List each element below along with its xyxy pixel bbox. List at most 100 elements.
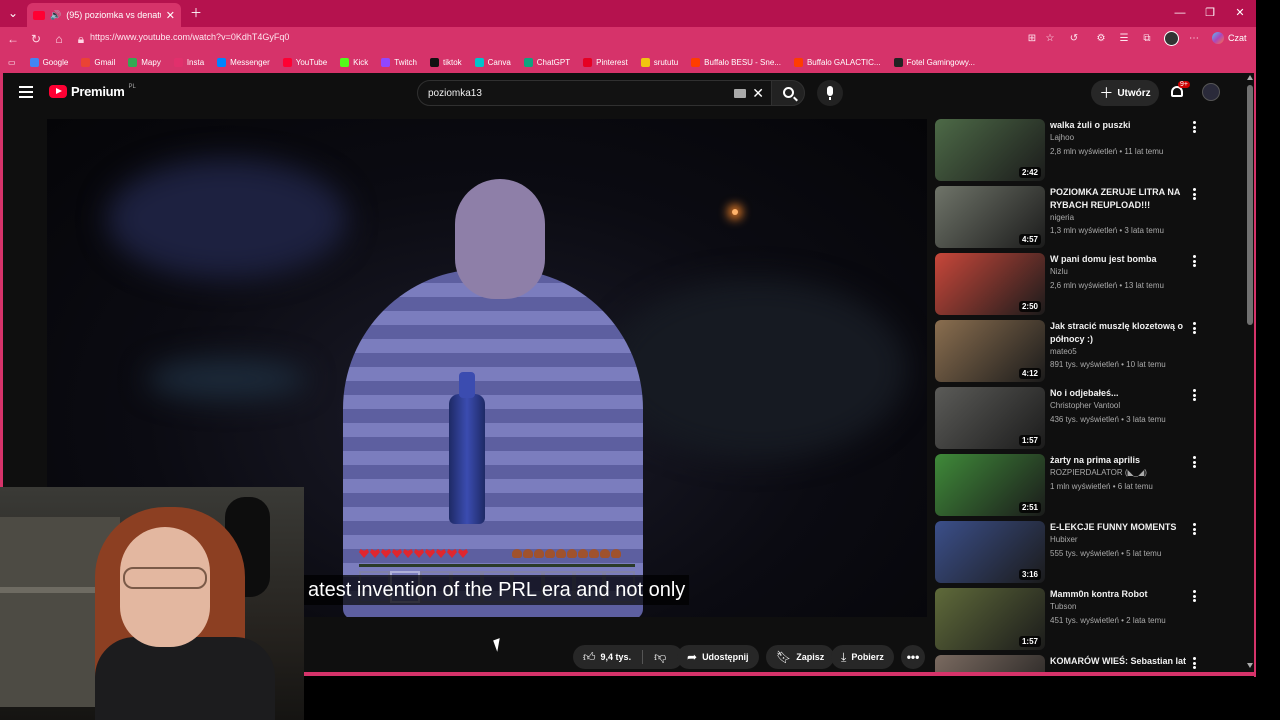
video-title[interactable]: Jak stracić muszlę klozetową o północy :… <box>1050 320 1190 346</box>
kebab-menu-icon[interactable] <box>1193 523 1197 535</box>
kebab-menu-icon[interactable] <box>1193 389 1197 401</box>
video-title[interactable]: Mamm0n kontra Robot <box>1050 588 1190 601</box>
related-video-item[interactable]: 1:57 Mamm0n kontra Robot Tubson 451 tys. wy… <box>935 588 1205 652</box>
maximize-button[interactable]: ❐ <box>1200 5 1220 21</box>
video-thumbnail[interactable]: 2:50 <box>935 253 1045 315</box>
kebab-menu-icon[interactable] <box>1193 657 1197 669</box>
video-thumbnail[interactable]: 3:16 <box>935 521 1045 583</box>
video-channel[interactable]: mateo5 <box>1050 347 1077 356</box>
related-video-item[interactable]: 4:12 Jak stracić muszlę klozetową o półno… <box>935 320 1205 384</box>
download-button[interactable]: ⤓ Pobierz <box>831 645 894 669</box>
close-window-button[interactable]: ✕ <box>1230 5 1250 21</box>
search-box[interactable]: poziomka13 ✕ <box>417 80 773 106</box>
video-channel[interactable]: Nizlu <box>1050 267 1068 276</box>
video-title[interactable]: W pani domu jest bomba <box>1050 253 1190 266</box>
minimize-button[interactable]: — <box>1170 5 1190 21</box>
bookmark-item[interactable]: Buffalo BESU - Sne... <box>691 58 781 67</box>
youtube-premium-logo[interactable]: Premium PL <box>49 84 136 99</box>
bookmark-item[interactable]: Mapy <box>128 58 161 67</box>
like-icon[interactable]: 👍︎ <box>583 650 596 665</box>
bookmark-item[interactable]: Fotel Gamingowy... <box>893 58 975 67</box>
extension-refresh-icon[interactable]: ↺ <box>1067 32 1081 46</box>
more-actions-button[interactable]: ••• <box>901 645 925 669</box>
url-field[interactable]: https://www.youtube.com/watch?v=0KdhT4Gy… <box>90 32 289 42</box>
search-input[interactable]: poziomka13 <box>428 88 482 99</box>
related-video-item[interactable]: KOMARÓW WIEŚ: Sebastian lat <box>935 655 1205 672</box>
page-scrollbar[interactable] <box>1246 73 1254 672</box>
new-tab-button[interactable]: ＋ <box>187 5 205 21</box>
video-channel[interactable]: Christopher Vantool <box>1050 401 1120 410</box>
video-thumbnail[interactable]: 4:12 <box>935 320 1045 382</box>
save-button[interactable]: 🔖︎ Zapisz <box>766 645 835 669</box>
tab-close-icon[interactable]: ✕ <box>166 9 175 22</box>
audio-playing-icon[interactable]: 🔊 <box>50 10 61 21</box>
scrollbar-thumb[interactable] <box>1247 85 1253 325</box>
video-channel[interactable]: Hubixer <box>1050 535 1078 544</box>
voice-search-button[interactable] <box>817 80 843 106</box>
home-button[interactable]: ⌂ <box>50 31 68 47</box>
favorite-star-icon[interactable]: ☆ <box>1043 32 1057 46</box>
browser-profile-avatar[interactable] <box>1164 31 1179 46</box>
video-title[interactable]: walka żuli o puszki <box>1050 119 1190 132</box>
bookmark-item[interactable]: YouTube <box>282 58 327 67</box>
related-video-item[interactable]: 2:42 walka żuli o puszki Lajhoo 2,8 mln wyś… <box>935 119 1205 183</box>
collections-icon[interactable]: ⧉ <box>1140 32 1154 46</box>
video-channel[interactable]: ROZPIERDALATOR (◣_◢) <box>1050 468 1147 477</box>
refresh-button[interactable]: ↻ <box>27 31 45 47</box>
video-thumbnail[interactable]: 1:57 <box>935 387 1045 449</box>
share-button[interactable]: ➦ Udostępnij <box>677 645 759 669</box>
related-video-item[interactable]: 4:57 POZIOMKA ZERUJE LITRA NA RYBACH REUP… <box>935 186 1205 250</box>
bookmark-item[interactable]: Buffalo GALACTIC... <box>793 58 881 67</box>
kebab-menu-icon[interactable] <box>1193 121 1197 133</box>
video-title[interactable]: POZIOMKA ZERUJE LITRA NA RYBACH REUPLOAD… <box>1050 186 1190 212</box>
video-thumbnail[interactable]: 2:42 <box>935 119 1045 181</box>
video-thumbnail[interactable]: 1:57 <box>935 588 1045 650</box>
hamburger-menu-icon[interactable] <box>19 86 33 98</box>
bookmark-item[interactable]: srututu <box>640 58 678 67</box>
back-button[interactable]: ← <box>4 31 22 47</box>
kebab-menu-icon[interactable] <box>1193 255 1197 267</box>
extensions-icon[interactable]: ⚙ <box>1094 32 1108 46</box>
dislike-icon[interactable]: 👎︎ <box>654 650 666 665</box>
video-thumbnail[interactable]: 2:51 <box>935 454 1045 516</box>
related-video-item[interactable]: 1:57 No i odjebałeś... Christopher Vantool… <box>935 387 1205 451</box>
bookmarks-panel-icon[interactable]: ▭ <box>8 58 16 67</box>
bookmark-item[interactable]: tiktok <box>429 58 462 67</box>
video-thumbnail[interactable]: 4:57 <box>935 186 1045 248</box>
video-title[interactable]: E-LEKCJE FUNNY MOMENTS <box>1050 521 1190 534</box>
create-button[interactable]: ＋ Utwórz <box>1091 80 1159 106</box>
bookmark-item[interactable]: Kick <box>340 58 368 67</box>
video-channel[interactable]: Lajhoo <box>1050 133 1074 142</box>
search-button[interactable] <box>771 80 805 106</box>
kebab-menu-icon[interactable] <box>1193 456 1197 468</box>
browser-tab-active[interactable]: 🔊 (95) poziomka vs denaturat m ✕ <box>27 3 181 27</box>
site-info-icon[interactable]: 🔒︎ <box>72 31 90 47</box>
kebab-menu-icon[interactable] <box>1193 188 1197 200</box>
video-channel[interactable]: nigeria <box>1050 213 1074 222</box>
scroll-down-icon[interactable] <box>1247 663 1253 668</box>
bookmark-item[interactable]: Pinterest <box>583 58 628 67</box>
related-video-item[interactable]: 2:50 W pani domu jest bomba Nizlu 2,6 mln w… <box>935 253 1205 317</box>
bookmark-item[interactable]: Messenger <box>217 58 270 67</box>
video-title[interactable]: KOMARÓW WIEŚ: Sebastian lat <box>1050 655 1190 668</box>
video-title[interactable]: No i odjebałeś... <box>1050 387 1190 400</box>
copilot-button[interactable]: Czat <box>1212 32 1247 44</box>
bookmark-item[interactable]: Gmail <box>81 58 115 67</box>
account-avatar[interactable] <box>1202 83 1220 101</box>
split-screen-icon[interactable]: ⊞ <box>1025 32 1039 46</box>
video-thumbnail[interactable] <box>935 655 1045 672</box>
kebab-menu-icon[interactable] <box>1193 322 1197 334</box>
bookmark-item[interactable]: Twitch <box>381 58 417 67</box>
bookmark-item[interactable]: ChatGPT <box>523 58 570 67</box>
clear-search-icon[interactable]: ✕ <box>752 85 764 102</box>
bookmark-item[interactable]: Google <box>29 58 68 67</box>
favorites-icon[interactable]: ☰ <box>1117 32 1131 46</box>
related-video-item[interactable]: 2:51 żarty na prima aprilis ROZPIERDALATOR… <box>935 454 1205 518</box>
browser-menu-icon[interactable]: ⋯ <box>1187 32 1201 46</box>
bookmark-item[interactable]: Insta <box>173 58 204 67</box>
notifications-button[interactable]: 9+ <box>1169 81 1190 100</box>
scroll-up-icon[interactable] <box>1247 75 1253 80</box>
bookmark-item[interactable]: Canva <box>474 58 511 67</box>
keyboard-icon[interactable] <box>734 89 746 98</box>
tab-list-chevron-icon[interactable]: ⌄ <box>4 5 22 21</box>
